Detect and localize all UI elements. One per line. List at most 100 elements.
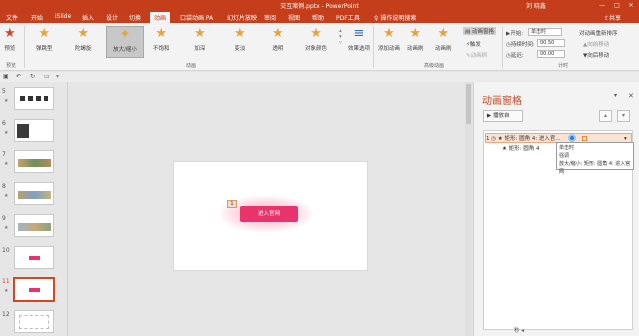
duration-input[interactable]: 00.50: [537, 39, 565, 47]
maximize-button[interactable]: □: [610, 0, 624, 11]
effect-star-icon: ★: [155, 26, 168, 41]
pane-icon: ▤: [465, 29, 471, 35]
slide-thumb-8[interactable]: [14, 182, 54, 205]
effect-desaturate[interactable]: ★ 不饱和: [153, 26, 170, 52]
thumb-number: 12: [2, 311, 10, 318]
enter-website-button[interactable]: 进入官网: [240, 206, 298, 222]
pane-options-icon[interactable]: ▾: [614, 92, 617, 99]
preview-button[interactable]: ★ 预览: [4, 26, 16, 52]
timing-bar: [582, 136, 587, 141]
slide-thumb-7[interactable]: [14, 150, 54, 173]
thumb-anim-icon: ★: [4, 161, 9, 167]
divider: [24, 26, 25, 68]
tab-slideshow[interactable]: 幻灯片放映: [227, 13, 257, 22]
current-slide[interactable]: 1 进入官网: [173, 161, 368, 271]
slide-thumb-9[interactable]: [14, 214, 54, 237]
redo-icon[interactable]: ↻: [30, 73, 35, 80]
tab-transitions[interactable]: 切换: [129, 13, 141, 22]
effect-star-icon: ★: [310, 26, 322, 41]
tab-islide[interactable]: iSlide: [55, 13, 71, 20]
effect-bounce[interactable]: ★ 弹跳型: [36, 26, 53, 52]
close-icon[interactable]: ✕: [628, 92, 634, 100]
group-label-timing: 计时: [558, 63, 569, 69]
tab-view[interactable]: 视图: [288, 13, 300, 22]
tab-home[interactable]: 开始: [31, 13, 43, 22]
slide-thumb-10[interactable]: [14, 246, 54, 269]
move-earlier-button[interactable]: ▲向前移动: [583, 40, 609, 48]
thumb-number: 11: [2, 278, 10, 285]
tab-pdf-tools[interactable]: PDF工具: [336, 13, 360, 22]
slide-thumb-12[interactable]: [14, 310, 54, 333]
delay-input[interactable]: 00.00: [537, 50, 565, 58]
tab-pocket-animation[interactable]: 口袋动画 PA: [180, 13, 213, 22]
move-later-button[interactable]: ▼向后移动: [583, 51, 609, 59]
effect-options-button[interactable]: ≡ 效果选项: [348, 26, 370, 52]
present-icon[interactable]: ▭: [44, 73, 50, 80]
animation-painter-button[interactable]: ★ 动画刷: [407, 26, 424, 52]
undo-icon[interactable]: ↶: [16, 73, 21, 80]
effect-object-color[interactable]: ★ 对象颜色: [305, 26, 327, 52]
delay-label: ◷延迟:: [506, 53, 524, 59]
ribbon: ★ 预览 ★ 弹跳型 ★ 陀螺旋 ✦ 放大/缩小 ★ 不饱和 ★ 加深 ★ 变淡 ★ 透明 ★…: [0, 23, 639, 71]
tell-me-search[interactable]: ♀ 操作说明搜索: [374, 13, 416, 22]
scrollbar-thumb[interactable]: [466, 84, 471, 124]
thumb-number: 6: [2, 120, 6, 127]
group-label-preview: 预览: [6, 63, 17, 69]
slide-thumb-6[interactable]: [14, 119, 54, 142]
close-button[interactable]: ✕: [624, 0, 638, 11]
effect-darken[interactable]: ★ 加深: [194, 26, 206, 52]
animation-list: 1 ◷ ★ 矩形: 圆角 4: 进入官... ▾ ★ 矩形: 圆角 4 单击时 …: [483, 130, 634, 330]
animation-pane-button[interactable]: ▤ 动画窗格: [463, 27, 496, 35]
thumb-anim-icon: ★: [4, 225, 9, 231]
thumb-number: 8: [2, 183, 6, 190]
thumb-number: 10: [2, 247, 10, 254]
add-animation-icon: ★: [383, 26, 395, 41]
duration-label: ◷持续时间:: [506, 42, 535, 48]
divider: [373, 26, 374, 68]
tab-review[interactable]: 审阅: [264, 13, 276, 22]
user-name[interactable]: 刘 晓鑫: [526, 1, 546, 10]
quick-access-toolbar: ▣ ↶ ↻ ▭ ▾: [0, 72, 639, 82]
effect-star-icon: ✦: [119, 27, 131, 42]
slide-thumb-5[interactable]: [14, 87, 54, 110]
ribbon-tabs: 文件 开始 iSlide 插入 设计 切换 动画 口袋动画 PA 幻灯片放映 审…: [0, 11, 639, 23]
collect-animation-button[interactable]: ★ 动画刷: [435, 26, 452, 52]
thumb-anim-icon: ★: [4, 130, 9, 136]
group-label-animation: 动画: [186, 63, 197, 69]
effect-options-icon: ≡: [353, 26, 365, 41]
move-up-icon[interactable]: ▴: [599, 110, 612, 122]
tab-insert[interactable]: 插入: [82, 13, 94, 22]
timeline-status: 秒 ◂: [514, 328, 525, 334]
gallery-scroll-icon[interactable]: ▴ ▾ ▿: [339, 28, 342, 46]
animation-pane: 动画窗格 ▾ ✕ ▶ 播放自 ▴ ▾ 1 ◷ ★ 矩形: 圆角 4: 进入官..…: [473, 82, 639, 336]
tab-help[interactable]: 帮助: [312, 13, 324, 22]
effect-teeter[interactable]: ★ 陀螺旋: [75, 26, 92, 52]
effect-star-icon: ★: [77, 26, 90, 41]
effect-grow-shrink[interactable]: ✦ 放大/缩小: [106, 26, 144, 58]
tab-design[interactable]: 设计: [106, 13, 118, 22]
save-icon[interactable]: ▣: [3, 73, 9, 80]
divider: [502, 26, 503, 68]
add-animation-button[interactable]: ★ 添加动画: [378, 26, 400, 52]
play-from-button[interactable]: ▶ 播放自: [483, 110, 523, 122]
preview-star-icon: ★: [4, 26, 16, 41]
painter-icon: ★: [409, 26, 422, 41]
canvas-scrollbar[interactable]: [465, 82, 472, 336]
customize-qat-icon[interactable]: ▾: [56, 73, 59, 80]
slide-thumb-11[interactable]: [13, 277, 55, 302]
animation-painter-small[interactable]: ✎动画刷: [466, 51, 487, 59]
slide-canvas[interactable]: 1 进入官网: [69, 82, 472, 336]
move-down-icon[interactable]: ▾: [617, 110, 630, 122]
effect-transparency[interactable]: ★ 透明: [272, 26, 284, 52]
start-label: ▶开始:: [506, 31, 524, 37]
tab-file[interactable]: 文件: [6, 13, 18, 22]
trigger-button[interactable]: ⚡触发: [466, 40, 481, 48]
mouse-cursor-icon: [568, 134, 576, 142]
effect-star-icon: ★: [272, 26, 284, 41]
tab-animations[interactable]: 动画: [150, 12, 171, 23]
effect-lighten[interactable]: ★ 变淡: [234, 26, 246, 52]
minimize-button[interactable]: —: [595, 0, 609, 11]
share-button[interactable]: ⇪共享: [604, 13, 621, 22]
start-select[interactable]: 单击时: [528, 28, 562, 36]
animation-order-tag[interactable]: 1: [227, 200, 237, 208]
